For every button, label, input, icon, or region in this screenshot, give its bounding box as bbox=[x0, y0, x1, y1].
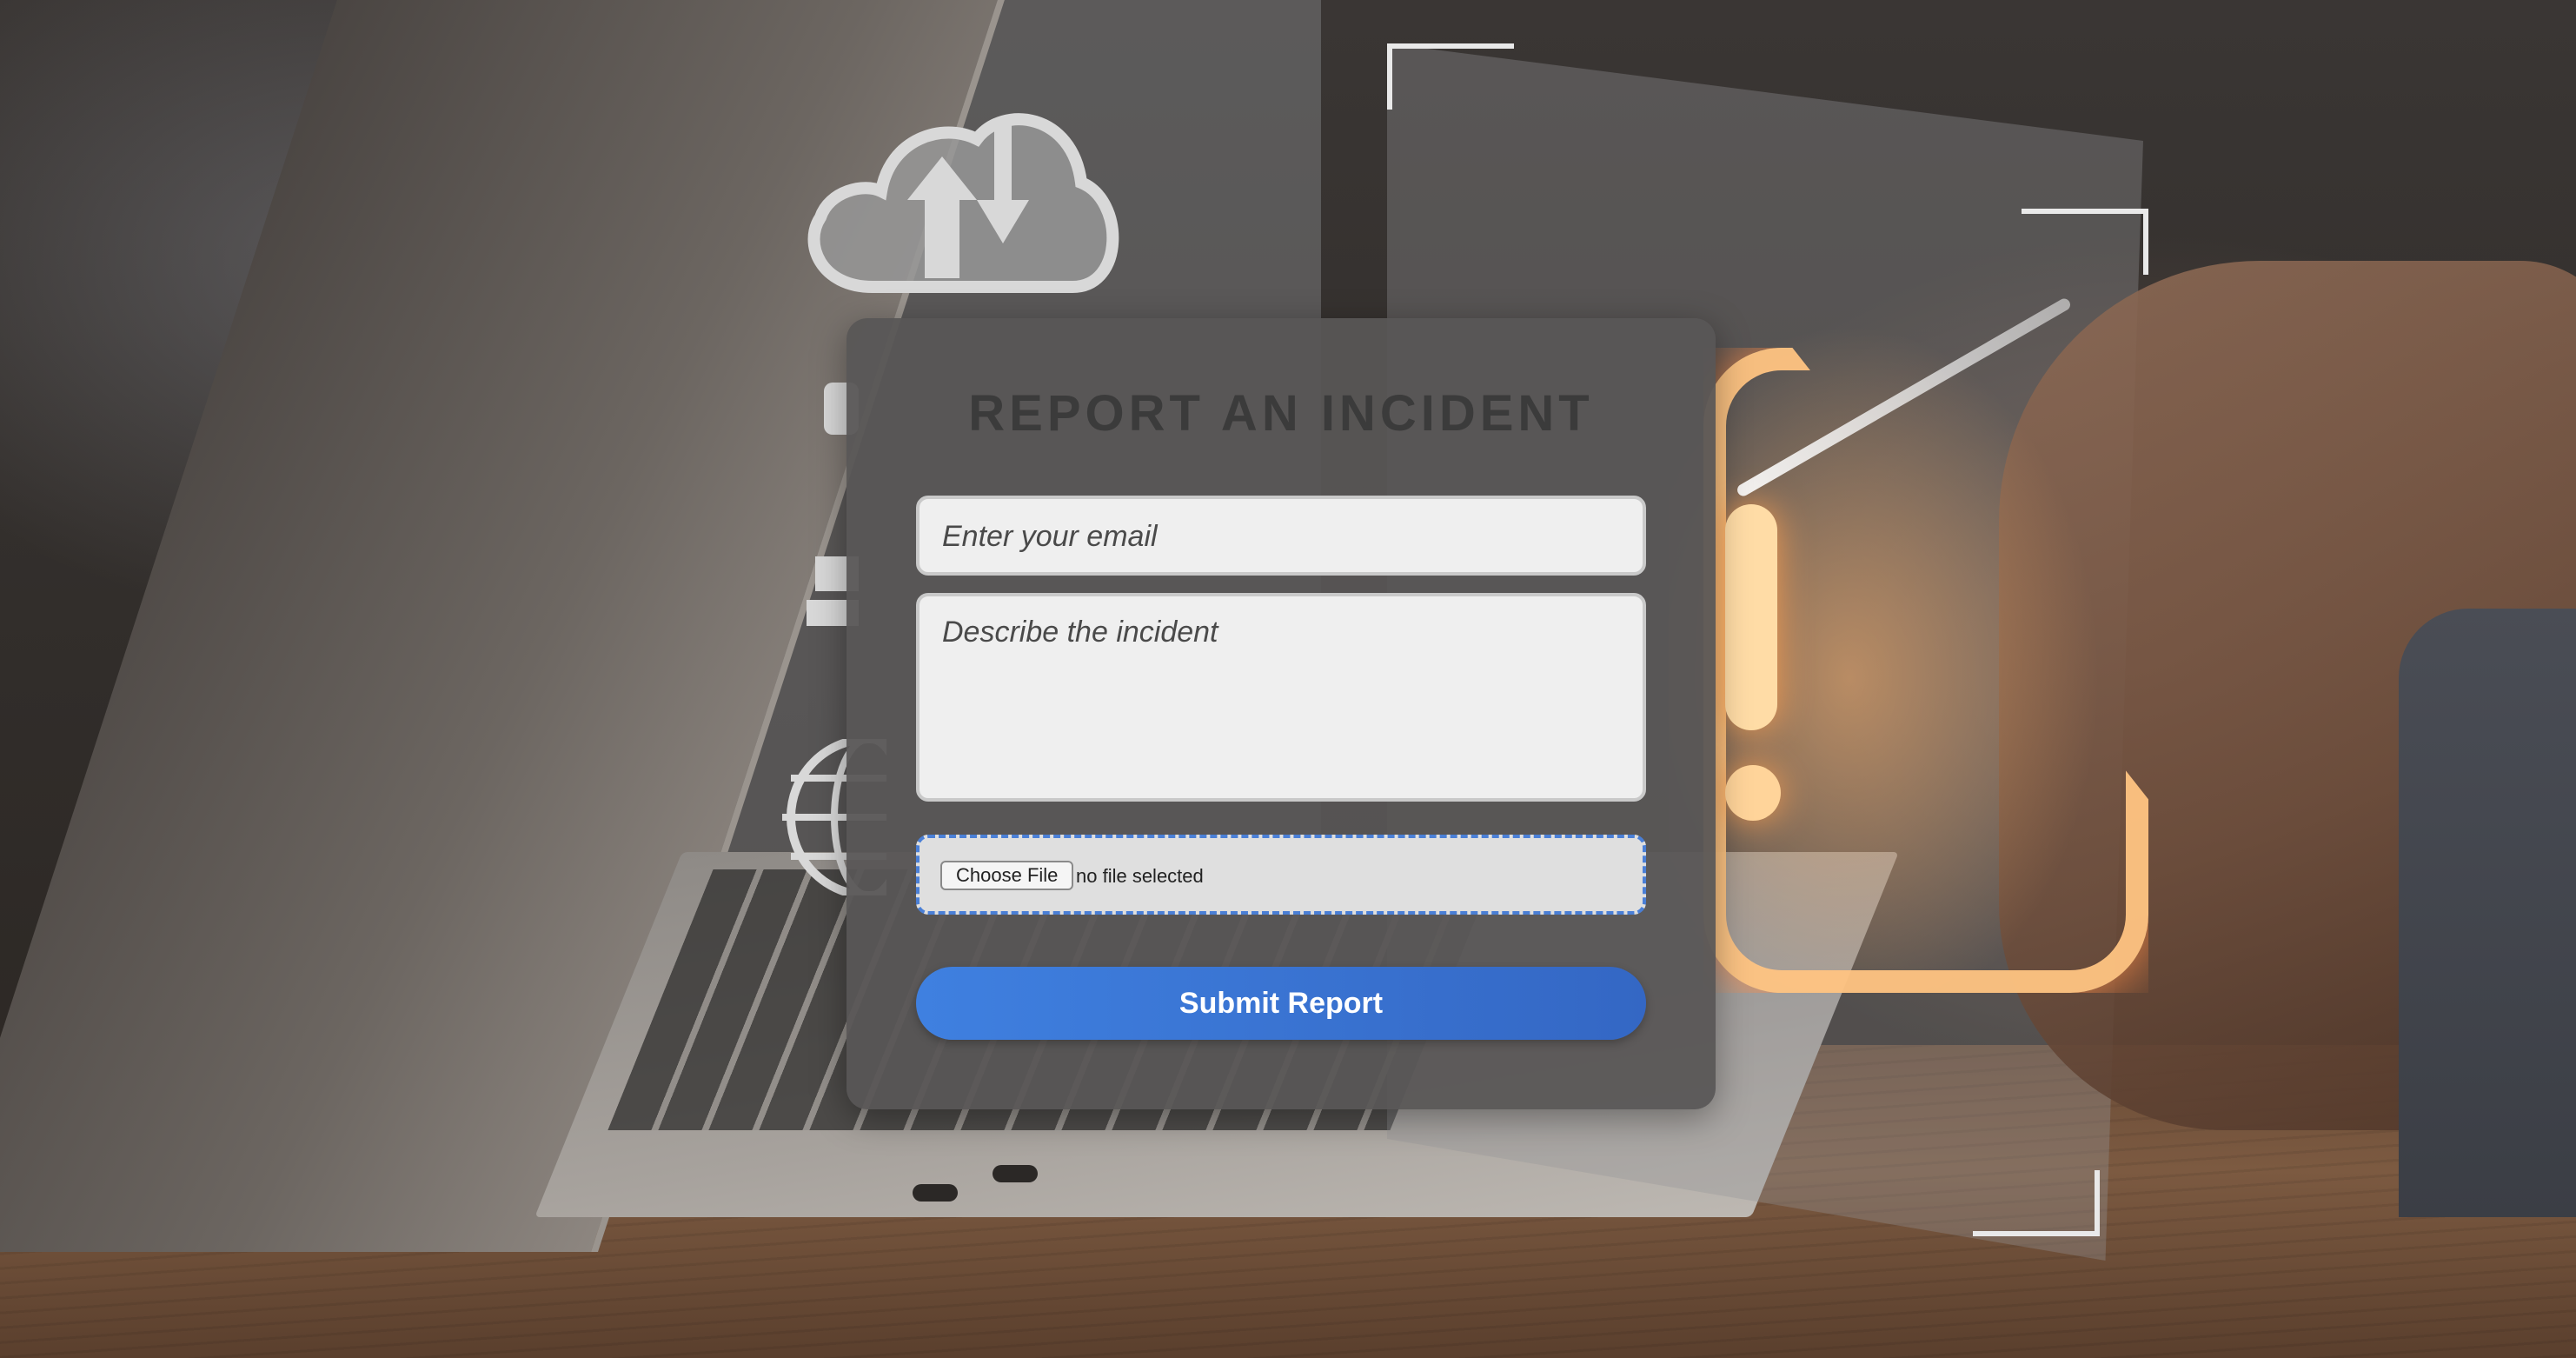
warning-exclamation-dot bbox=[1725, 765, 1781, 821]
incident-description-field[interactable]: Describe the incident bbox=[916, 593, 1646, 802]
laptop-port bbox=[913, 1184, 958, 1202]
shirt-sleeve bbox=[2399, 609, 2576, 1217]
laptop-port bbox=[993, 1165, 1038, 1182]
frame-corner bbox=[1973, 1170, 2100, 1236]
cloud-sync-icon bbox=[807, 113, 1119, 293]
email-field[interactable]: Enter your email bbox=[916, 496, 1646, 576]
file-upload-zone[interactable]: Choose File no file selected bbox=[916, 835, 1646, 915]
frame-corner bbox=[2022, 209, 2148, 275]
warning-exclamation-bar bbox=[1725, 504, 1777, 730]
file-status-text: no file selected bbox=[1076, 865, 1204, 887]
form-title: REPORT AN INCIDENT bbox=[968, 385, 1594, 442]
submit-report-button[interactable]: Submit Report bbox=[916, 967, 1646, 1040]
incident-report-form: REPORT AN INCIDENT Enter your email Desc… bbox=[846, 318, 1716, 1109]
email-placeholder: Enter your email bbox=[942, 520, 1158, 553]
choose-file-button[interactable]: Choose File bbox=[940, 861, 1074, 890]
description-placeholder: Describe the incident bbox=[942, 616, 1218, 649]
frame-corner bbox=[1387, 43, 1514, 110]
